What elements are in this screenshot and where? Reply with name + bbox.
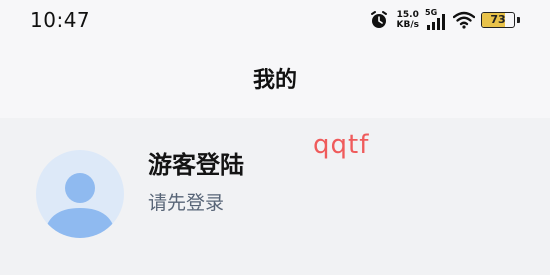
page-header: 我的 — [0, 42, 550, 118]
page-title: 我的 — [252, 68, 297, 93]
login-prompt[interactable]: 请先登录 — [148, 188, 224, 215]
status-bar: 10:47 15.0 KB/s 5G 73 — [0, 0, 550, 42]
status-icons: 15.0 KB/s 5G 73 — [369, 8, 520, 32]
battery-percent: 73 — [490, 13, 506, 26]
signal-icon — [427, 14, 445, 30]
watermark-text: qqtf — [313, 130, 370, 160]
network-speed-value: 15.0 — [396, 10, 419, 20]
username[interactable]: 游客登陆 — [148, 145, 244, 180]
profile-card[interactable]: 游客登陆 请先登录 qqtf — [0, 118, 550, 275]
network-speed: 15.0 KB/s — [397, 10, 419, 30]
cellular-signal: 5G — [425, 8, 447, 30]
wifi-icon — [453, 11, 475, 29]
alarm-icon — [370, 11, 387, 28]
battery-icon: 73 — [481, 12, 515, 28]
network-speed-unit: KB/s — [396, 20, 419, 30]
user-avatar-icon[interactable] — [36, 150, 124, 238]
battery-cap — [517, 17, 520, 23]
avatar-figure — [44, 173, 116, 238]
status-time: 10:47 — [30, 8, 91, 32]
